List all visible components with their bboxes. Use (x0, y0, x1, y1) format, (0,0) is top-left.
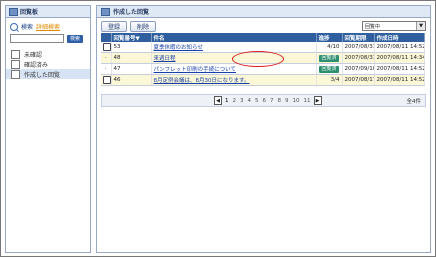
row-progress: 3/4 (316, 74, 343, 86)
advanced-search-link[interactable]: 詳細検索 (36, 22, 60, 31)
search-row: 検索 詳細検索 (6, 18, 90, 31)
register-button[interactable]: 登録 (101, 21, 128, 32)
row-subject-cell: 8月定例会議は、8月30日になります。 (151, 74, 317, 86)
annotation-circle (232, 51, 284, 67)
next-page-button[interactable]: ▶ (313, 96, 322, 105)
right-pane-header: 作成した回覧 (97, 6, 430, 18)
row-number: 47 (111, 63, 152, 75)
page-title: 作成した回覧 (113, 9, 150, 16)
prev-page-button[interactable]: ◀ (214, 96, 222, 105)
folder-icon (11, 49, 20, 59)
row-subject-link[interactable]: 夏季休暇のお知らせ (154, 45, 203, 51)
row-deadline: 2007/08/17 (342, 74, 375, 86)
row-number: 53 (111, 42, 152, 53)
column-header-created[interactable]: 作成日時 (374, 33, 425, 42)
chevron-down-icon: ▼ (416, 22, 425, 30)
page-link[interactable]: 9 (285, 98, 289, 104)
row-subject-link[interactable]: 8月定例会議は、8月30日になります。 (154, 78, 250, 84)
tree-item-label: 確認済み (24, 61, 49, 69)
circular-board-icon (101, 7, 110, 16)
row-created: 2007/08/11 14:52 (374, 63, 425, 75)
page-link[interactable]: 8 (278, 98, 282, 104)
row-number: 46 (111, 74, 152, 86)
status-filter-select[interactable]: 回覧中 ▼ (362, 21, 426, 31)
row-progress-cell: 回覧済 (316, 52, 343, 64)
page-link[interactable]: 7 (270, 98, 274, 104)
tree-item-created[interactable]: 作成した回覧 (6, 69, 90, 79)
page-link[interactable]: 2 (233, 98, 237, 104)
status-badge: 回覧済 (319, 54, 339, 62)
status-filter-value: 回覧中 (365, 23, 381, 30)
folder-icon (11, 59, 20, 69)
row-subject-link[interactable]: 来週日程 (154, 56, 176, 62)
page-link[interactable]: 5 (255, 98, 259, 104)
page-link[interactable]: 3 (240, 98, 244, 104)
row-deadline: 2007/08/31 (342, 42, 375, 53)
search-icon (10, 22, 18, 31)
folder-tree: 未確認 確認済み 作成した回覧 (6, 49, 90, 79)
page-link[interactable]: 6 (263, 98, 267, 104)
left-pane-title: 回覧板 (20, 9, 39, 16)
pagination: ◀ 1 2 3 4 5 6 7 8 9 10 11 ▶ 全4件 (101, 94, 426, 107)
tree-item-label: 作成した回覧 (24, 71, 61, 79)
row-icon-cell (101, 74, 112, 86)
page-numbers: 1 2 3 4 5 6 7 8 9 10 11 (225, 98, 311, 104)
search-link[interactable]: 検索 (21, 22, 33, 31)
search-button[interactable]: 検索 (67, 34, 84, 43)
row-subject-cell: パンフレット印刷の手続について (151, 63, 317, 75)
search-box: 検索 (6, 31, 90, 43)
row-deadline: 2007/09/10 (342, 63, 375, 75)
window-frame: 回覧板 検索 詳細検索 検索 未確認 確認済み 作成した回覧 作成した回覧 登録… (0, 0, 436, 257)
row-subject-cell: 夏季休暇のお知らせ (151, 42, 317, 53)
row-icon-cell: · (101, 63, 112, 75)
column-header-number[interactable]: 回覧番号▼ (111, 33, 152, 42)
status-badge: 回覧済 (319, 65, 339, 73)
table-header-row: 回覧番号▼ 件名 進捗 回覧期限 作成日時 (101, 33, 425, 42)
row-created: 2007/08/11 14:52 (374, 74, 425, 86)
right-pane: 作成した回覧 登録 削除 回覧中 ▼ 回覧番号▼ 件名 進捗 回覧期限 作成日時… (96, 5, 431, 253)
total-count: 全4件 (406, 98, 422, 105)
left-pane-header: 回覧板 (6, 6, 90, 18)
row-icon-cell: · (101, 52, 112, 64)
row-icon-cell (101, 42, 112, 53)
tree-item-label: 未確認 (24, 51, 43, 59)
left-pane: 回覧板 検索 詳細検索 検索 未確認 確認済み 作成した回覧 (5, 5, 91, 253)
column-header-progress[interactable]: 進捗 (316, 33, 343, 42)
table-row[interactable]: 46 8月定例会議は、8月30日になります。 3/4 2007/08/17 20… (101, 74, 425, 86)
tree-item-unconfirmed[interactable]: 未確認 (6, 49, 90, 59)
row-subject-link[interactable]: パンフレット印刷の手続について (154, 67, 236, 73)
comment-icon (103, 43, 110, 51)
column-header-icon (101, 33, 112, 42)
circular-board-icon (9, 7, 18, 16)
row-created: 2007/08/11 14:34 (374, 52, 425, 64)
page-link[interactable]: 1 (225, 98, 229, 104)
toolbar: 登録 削除 (101, 21, 157, 32)
delete-button[interactable]: 削除 (130, 21, 157, 32)
row-number: 48 (111, 52, 152, 64)
row-progress: 4/10 (316, 42, 343, 53)
edit-icon (11, 69, 20, 79)
comment-icon (103, 76, 110, 84)
row-created: 2007/08/11 14:52 (374, 42, 425, 53)
page-link[interactable]: 4 (248, 98, 252, 104)
column-header-subject[interactable]: 件名 (151, 33, 317, 42)
column-header-deadline[interactable]: 回覧期限 (342, 33, 375, 42)
row-deadline: 2007/08/31 (342, 52, 375, 64)
row-progress-cell: 回覧済 (316, 63, 343, 75)
page-link[interactable]: 11 (304, 98, 311, 104)
tree-item-confirmed[interactable]: 確認済み (6, 59, 90, 69)
search-input[interactable] (10, 34, 64, 43)
page-link[interactable]: 10 (293, 98, 300, 104)
